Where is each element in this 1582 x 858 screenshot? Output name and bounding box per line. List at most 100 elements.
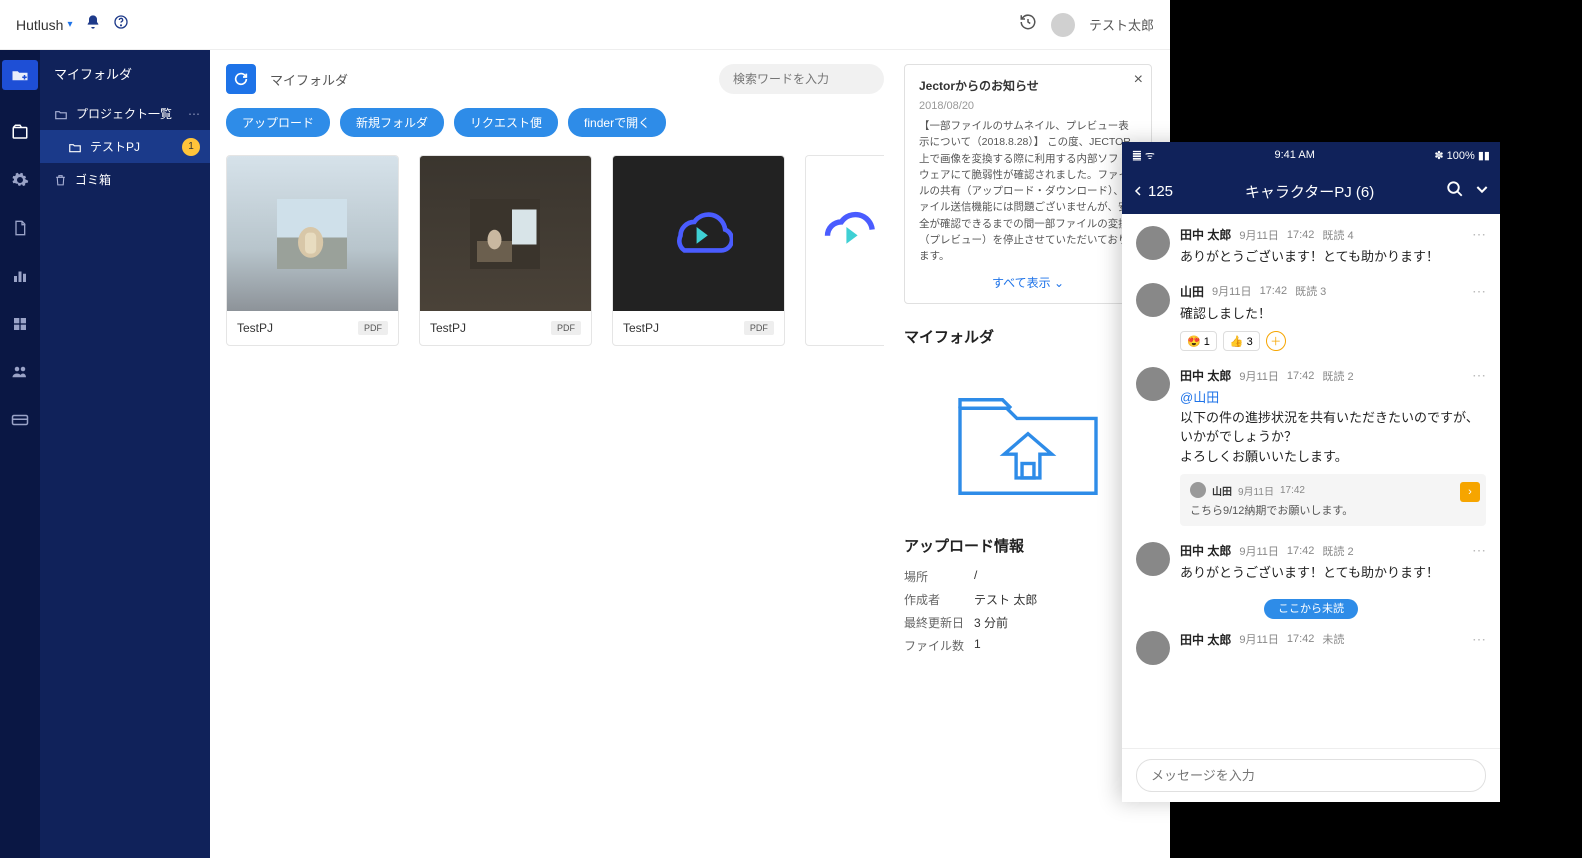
file-card-partial[interactable] <box>805 155 884 346</box>
back-button[interactable]: 125 <box>1132 183 1173 200</box>
rail-item-analytics[interactable] <box>8 264 32 288</box>
avatar <box>1136 367 1170 401</box>
battery-indicator: ✽ 100% ▮▮ <box>1434 149 1490 162</box>
chat-message: 田中 太郎9月11日17:42既読 2ありがとうございます！とても助かります！⋯ <box>1136 542 1486 583</box>
chat-message: 山田9月11日17:42既読 3確認しました！😍 1👍 3＋⋯ <box>1136 283 1486 352</box>
open-finder-button[interactable]: finderで開く <box>568 108 666 137</box>
message-more-icon[interactable]: ⋯ <box>1472 226 1486 243</box>
search-input[interactable] <box>719 64 884 94</box>
rail-item-folders[interactable] <box>8 120 32 144</box>
sidebar-testpj[interactable]: テストPJ 1 <box>40 130 210 163</box>
help-icon[interactable] <box>113 14 129 35</box>
refresh-button[interactable] <box>226 64 256 94</box>
rail-item-settings[interactable] <box>8 168 32 192</box>
breadcrumb: マイフォルダ <box>270 70 705 89</box>
signal-icon: ䷀ ᯤ <box>1132 148 1155 163</box>
chevron-down-icon: ▾ <box>67 19 72 30</box>
thumbnail <box>227 156 398 311</box>
read-status: 既読 3 <box>1295 283 1326 299</box>
msg-date: 9月11日 <box>1212 283 1252 299</box>
myfolder-illustration <box>904 359 1152 521</box>
close-icon[interactable]: × <box>1134 71 1143 89</box>
avatar <box>1136 283 1170 317</box>
msg-time: 17:42 <box>1287 545 1315 557</box>
upload-info-table: 場所/ 作成者テスト 太郎 最終更新日3 分前 ファイル数1 <box>904 568 1152 654</box>
thumbnail <box>806 156 884 311</box>
sidebar: マイフォルダ プロジェクト一覧 ⋯ テストPJ 1 ゴミ箱 <box>40 50 210 858</box>
username-label: テスト太郎 <box>1089 15 1154 34</box>
message-text: ありがとうございます！とても助かります！ <box>1180 563 1486 583</box>
avatar <box>1136 631 1170 665</box>
new-folder-button[interactable]: 新規フォルダ <box>340 108 444 137</box>
notice-title: Jectorからのお知らせ <box>919 77 1137 94</box>
file-card[interactable]: TestPJPDF <box>612 155 785 346</box>
history-icon[interactable] <box>1019 13 1037 36</box>
sidebar-trash[interactable]: ゴミ箱 <box>40 163 210 196</box>
folder-icon <box>68 141 82 153</box>
read-status: 未読 <box>1322 631 1344 647</box>
message-more-icon[interactable]: ⋯ <box>1472 631 1486 648</box>
avatar <box>1136 226 1170 260</box>
msg-time: 17:42 <box>1287 370 1315 382</box>
unread-divider: ここから未読 <box>1136 599 1486 617</box>
message-more-icon[interactable]: ⋯ <box>1472 367 1486 384</box>
mobile-chat-panel: ䷀ ᯤ 9:41 AM ✽ 100% ▮▮ 125 キャラクターPJ (6) 田… <box>1122 142 1500 802</box>
trash-icon <box>54 173 67 187</box>
chat-input-bar <box>1122 748 1500 802</box>
myfolder-heading: マイフォルダ <box>904 326 1152 347</box>
rail-item-people[interactable] <box>8 360 32 384</box>
msg-time: 17:42 <box>1287 229 1315 241</box>
more-icon[interactable]: ⋯ <box>188 107 200 121</box>
sidebar-title: マイフォルダ <box>40 50 210 97</box>
quoted-message[interactable]: 山田9月11日17:42こちら9/12納期でお願いします。› <box>1180 474 1486 526</box>
mention[interactable]: @山田 <box>1180 390 1219 405</box>
message-text: ありがとうございます！とても助かります！ <box>1180 247 1486 267</box>
sender-name: 田中 太郎 <box>1180 542 1231 559</box>
file-tag: PDF <box>551 321 581 335</box>
message-input[interactable] <box>1136 759 1486 792</box>
notice-body: 【一部ファイルのサムネイル、プレビュー表示について（2018.8.28）】 この… <box>919 118 1137 264</box>
file-title: TestPJ <box>237 321 273 335</box>
brand-name: Hutlush <box>16 17 63 33</box>
app-header: Hutlush ▾ テスト太郎 <box>0 0 1170 50</box>
msg-date: 9月11日 <box>1239 368 1279 384</box>
user-avatar[interactable] <box>1051 13 1075 37</box>
sidebar-project-list[interactable]: プロジェクト一覧 ⋯ <box>40 97 210 130</box>
open-quote-icon[interactable]: › <box>1460 482 1480 502</box>
sender-name: 田中 太郎 <box>1180 631 1231 648</box>
info-value: 3 分前 <box>974 614 1008 631</box>
message-more-icon[interactable]: ⋯ <box>1472 542 1486 559</box>
msg-date: 9月11日 <box>1239 227 1279 243</box>
chevron-down-icon[interactable] <box>1474 181 1490 202</box>
brand-switcher[interactable]: Hutlush ▾ <box>16 17 73 33</box>
rail-item-apps[interactable] <box>8 312 32 336</box>
file-card[interactable]: TestPJPDF <box>419 155 592 346</box>
info-key: ファイル数 <box>904 637 974 654</box>
sender-name: 田中 太郎 <box>1180 367 1231 384</box>
add-button[interactable] <box>2 60 38 90</box>
upload-button[interactable]: アップロード <box>226 108 330 137</box>
request-button[interactable]: リクエスト便 <box>454 108 558 137</box>
reaction[interactable]: 😍 1 <box>1180 331 1217 351</box>
rail-item-card[interactable] <box>8 408 32 432</box>
chat-header: 125 キャラクターPJ (6) <box>1122 168 1500 214</box>
status-bar: ䷀ ᯤ 9:41 AM ✽ 100% ▮▮ <box>1122 142 1500 168</box>
file-tag: PDF <box>744 321 774 335</box>
chat-title: キャラクターPJ (6) <box>1183 181 1436 202</box>
msg-date: 9月11日 <box>1239 631 1279 647</box>
bell-icon[interactable] <box>85 14 101 35</box>
add-reaction-button[interactable]: ＋ <box>1266 331 1286 351</box>
reaction[interactable]: 👍 3 <box>1223 331 1260 351</box>
unread-badge: 1 <box>182 138 200 156</box>
sender-name: 田中 太郎 <box>1180 226 1231 243</box>
message-more-icon[interactable]: ⋯ <box>1472 283 1486 300</box>
msg-date: 9月11日 <box>1239 543 1279 559</box>
file-card[interactable]: TestPJPDF <box>226 155 399 346</box>
chat-message: 田中 太郎9月11日17:42既読 2@山田以下の件の進捗状況を共有いただきたい… <box>1136 367 1486 526</box>
search-icon[interactable] <box>1446 180 1464 203</box>
notice-expand[interactable]: すべて表示 ⌄ <box>919 274 1137 291</box>
message-text: @山田以下の件の進捗状況を共有いただきたいのですが、いかがでしょうか？よろしくお… <box>1180 388 1486 466</box>
folder-icon <box>54 108 68 120</box>
chevron-down-icon: ⌄ <box>1054 276 1064 290</box>
rail-item-docs[interactable] <box>8 216 32 240</box>
